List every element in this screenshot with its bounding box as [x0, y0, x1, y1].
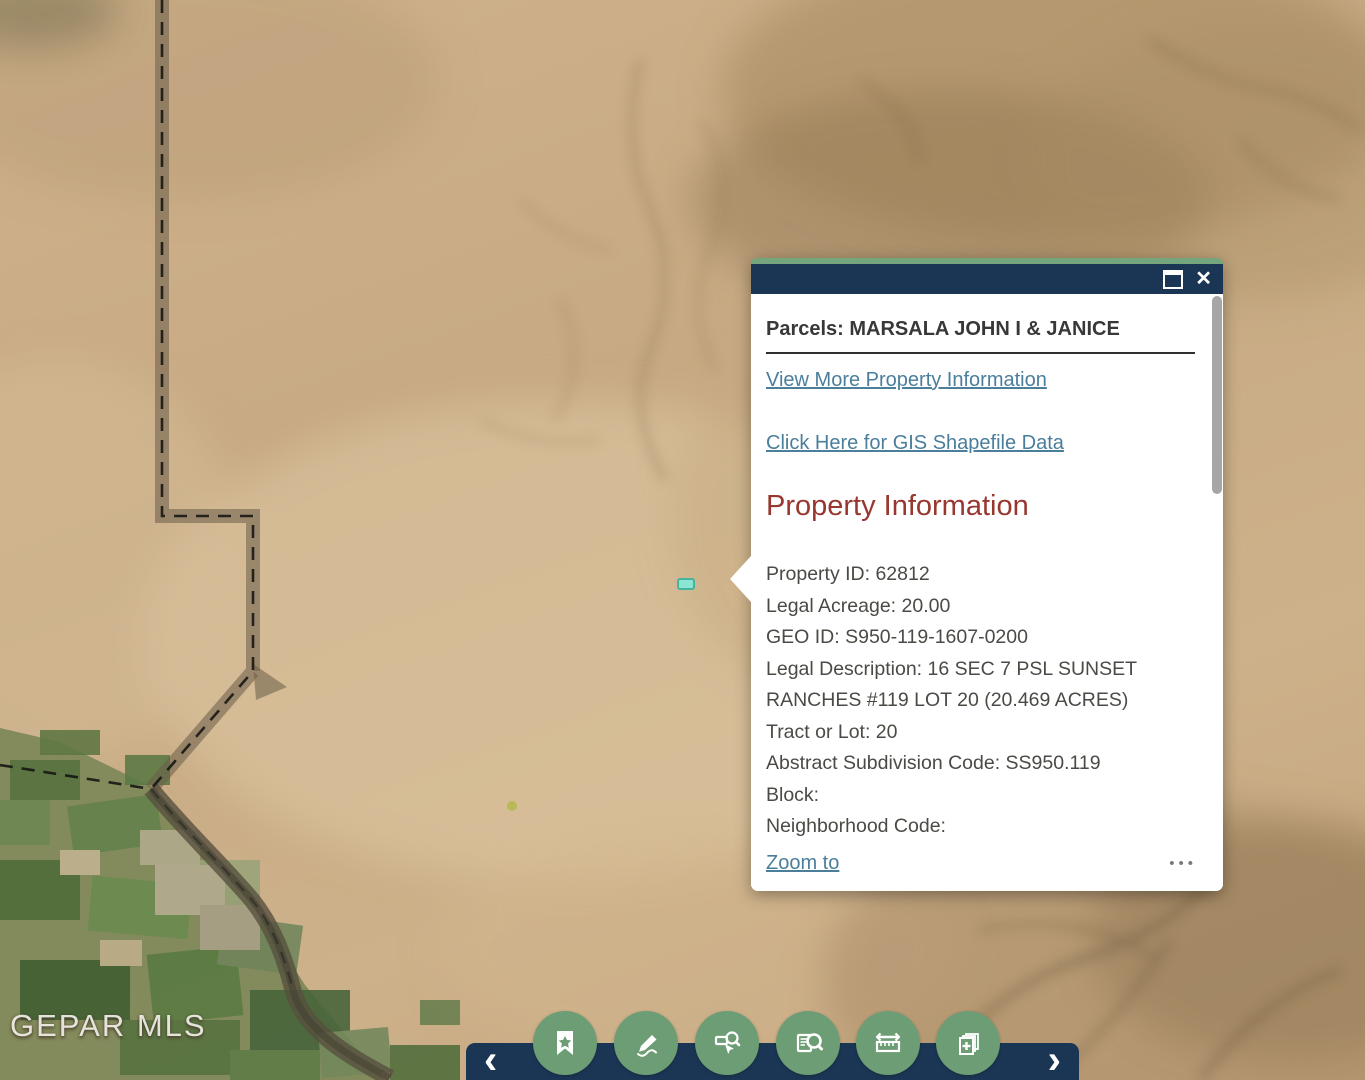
- add-data-icon: [950, 1025, 986, 1061]
- popup-header: ✕: [751, 264, 1223, 294]
- close-icon[interactable]: ✕: [1195, 269, 1212, 289]
- detail-tract-or-lot: Tract or Lot: 20: [766, 717, 1195, 749]
- add-data-button[interactable]: [936, 1011, 1000, 1075]
- chevron-right-icon[interactable]: ›: [1048, 1043, 1061, 1077]
- detail-block: Block:: [766, 780, 1195, 812]
- detail-property-id: Property ID: 62812: [766, 559, 1195, 591]
- popup-footer: Zoom to •••: [751, 844, 1223, 891]
- watermark: GEPAR MLS: [10, 1008, 207, 1044]
- bookmarks-button[interactable]: [533, 1011, 597, 1075]
- popup-title: Parcels: MARSALA JOHN I & JANICE: [766, 317, 1195, 341]
- popup-body: Parcels: MARSALA JOHN I & JANICE View Mo…: [751, 294, 1223, 891]
- detail-legal-acreage: Legal Acreage: 20.00: [766, 591, 1195, 623]
- draw-button[interactable]: [614, 1011, 678, 1075]
- detail-abstract-subdivision-code: Abstract Subdivision Code: SS950.119: [766, 748, 1195, 780]
- detail-neighborhood-code: Neighborhood Code:: [766, 811, 1195, 843]
- title-separator: [766, 352, 1195, 354]
- property-details: Property ID: 62812 Legal Acreage: 20.00 …: [766, 559, 1195, 874]
- popup-pointer: [730, 556, 751, 602]
- zoom-to-link[interactable]: Zoom to: [766, 852, 839, 875]
- more-options-button[interactable]: •••: [1169, 856, 1197, 871]
- view-more-property-link[interactable]: View More Property Information: [766, 368, 1195, 392]
- pencil-icon: [628, 1025, 664, 1061]
- bookmark-icon: [547, 1025, 583, 1061]
- parcel-marker[interactable]: [677, 578, 695, 590]
- property-information-heading: Property Information: [766, 489, 1195, 524]
- detail-geo-id: GEO ID: S950-119-1607-0200: [766, 622, 1195, 654]
- popup-scrollbar[interactable]: [1212, 296, 1222, 494]
- gis-shapefile-link[interactable]: Click Here for GIS Shapefile Data: [766, 431, 1195, 455]
- measure-button[interactable]: [856, 1011, 920, 1075]
- detail-legal-description: Legal Description: 16 SEC 7 PSL SUNSET R…: [766, 654, 1195, 717]
- measure-icon: [870, 1025, 906, 1061]
- chevron-left-icon[interactable]: ‹: [484, 1043, 497, 1077]
- select-button[interactable]: [695, 1011, 759, 1075]
- select-query-icon: [709, 1025, 745, 1061]
- property-popup: ✕ Parcels: MARSALA JOHN I & JANICE View …: [751, 258, 1223, 891]
- maximize-icon[interactable]: [1163, 270, 1183, 289]
- attribute-search-icon: [790, 1025, 826, 1061]
- attribute-search-button[interactable]: [776, 1011, 840, 1075]
